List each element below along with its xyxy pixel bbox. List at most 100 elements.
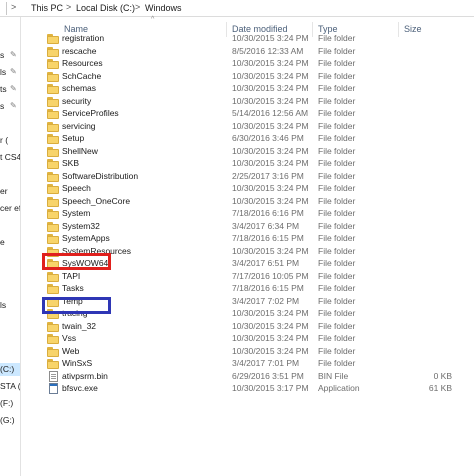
- nav-item[interactable]: (F:): [0, 398, 13, 408]
- file-list[interactable]: registration 10/30/2015 3:24 PM File folde…: [21, 32, 474, 476]
- date-modified: 10/30/2015 3:24 PM: [232, 183, 309, 193]
- folder-row[interactable]: Vss 10/30/2015 3:24 PM File folder: [21, 332, 474, 345]
- folder-row[interactable]: SysWOW64 3/4/2017 6:51 PM File folder: [21, 257, 474, 270]
- date-modified: 10/30/2015 3:24 PM: [232, 158, 309, 168]
- nav-item[interactable]: er: [0, 186, 8, 196]
- folder-row[interactable]: System32 3/4/2017 6:34 PM File folder: [21, 220, 474, 233]
- date-modified: 2/25/2017 3:16 PM: [232, 170, 304, 181]
- folder-row[interactable]: security 10/30/2015 3:24 PM File folder: [21, 95, 474, 108]
- file-type: File folder: [318, 70, 356, 81]
- breadcrumb-local-disk[interactable]: Local Disk (C:): [76, 3, 135, 13]
- folder-icon: [47, 271, 60, 282]
- file-name: Speech: [62, 183, 91, 193]
- folder-row[interactable]: ShellNew 10/30/2015 3:24 PM File folder: [21, 145, 474, 158]
- folder-row[interactable]: tracing 10/30/2015 3:24 PM File folder: [21, 307, 474, 320]
- file-type: File folder: [318, 133, 356, 143]
- file-type: File folder: [318, 108, 356, 118]
- nav-item[interactable]: cer eff: [0, 203, 20, 213]
- file-type: File folder: [318, 220, 356, 231]
- folder-row[interactable]: SKB 10/30/2015 3:24 PM File folder: [21, 157, 474, 170]
- file-name: System: [62, 208, 91, 218]
- file-name: SysWOW64: [62, 258, 109, 268]
- date-modified: 8/5/2016 12:33 AM: [232, 45, 304, 56]
- breadcrumb-this-pc[interactable]: This PC: [31, 3, 63, 13]
- chevron-right-icon[interactable]: >: [11, 2, 16, 12]
- nav-item[interactable]: e: [0, 237, 5, 247]
- file-name: SoftwareDistribution: [62, 170, 139, 181]
- pin-icon: ✎: [10, 50, 17, 59]
- folder-icon: [47, 284, 60, 294]
- file-name: SystemApps: [62, 233, 110, 243]
- folder-icon: [47, 121, 60, 132]
- breadcrumb-separator-icon[interactable]: >: [66, 2, 71, 12]
- nav-item[interactable]: STA (E: [0, 381, 20, 391]
- file-type: File folder: [318, 195, 356, 206]
- date-modified: 10/30/2015 3:24 PM: [232, 145, 309, 156]
- folder-icon: [47, 221, 60, 232]
- file-type: File folder: [318, 358, 356, 368]
- nav-item-local-disk[interactable]: (C:): [0, 364, 14, 374]
- file-name: ShellNew: [62, 145, 98, 156]
- folder-row[interactable]: Speech_OneCore 10/30/2015 3:24 PM File fol…: [21, 195, 474, 208]
- file-row[interactable]: ativpsrm.bin 6/29/2016 3:51 PM BIN File 0 K…: [21, 370, 474, 383]
- nav-item[interactable]: r (: [0, 135, 8, 145]
- nav-item[interactable]: ts: [0, 84, 7, 94]
- file-type: File folder: [318, 258, 356, 268]
- file-type: BIN File: [318, 370, 349, 381]
- file-name: WinSxS: [62, 358, 93, 368]
- breadcrumb-windows[interactable]: Windows: [145, 3, 182, 13]
- folder-row[interactable]: SystemApps 7/18/2016 6:15 PM File folder: [21, 232, 474, 245]
- file-type: File folder: [318, 308, 356, 318]
- pin-icon: ✎: [10, 101, 17, 110]
- folder-icon: [47, 321, 60, 332]
- file-type: File folder: [318, 208, 356, 218]
- nav-item[interactable]: ls: [0, 67, 6, 77]
- file-type: File folder: [318, 83, 356, 93]
- file-name: Resources: [62, 58, 103, 68]
- date-modified: 10/30/2015 3:24 PM: [232, 95, 309, 106]
- folder-icon: [47, 234, 60, 244]
- date-modified: 5/14/2016 12:56 AM: [232, 108, 309, 118]
- folder-row[interactable]: rescache 8/5/2016 12:33 AM File folder: [21, 45, 474, 58]
- folder-icon: [47, 184, 60, 194]
- folder-row[interactable]: SystemResources 10/30/2015 3:24 PM File fo…: [21, 245, 474, 258]
- nav-item[interactable]: ls: [0, 300, 6, 310]
- folder-row[interactable]: schemas 10/30/2015 3:24 PM File folder: [21, 82, 474, 95]
- date-modified: 10/30/2015 3:24 PM: [232, 120, 309, 131]
- file-type: File folder: [318, 245, 356, 256]
- file-row[interactable]: bfsvc.exe 10/30/2015 3:17 PM Application 61…: [21, 382, 474, 395]
- file-type: File folder: [318, 333, 356, 343]
- date-modified: 3/4/2017 6:34 PM: [232, 220, 300, 231]
- date-modified: 10/30/2015 3:24 PM: [232, 308, 309, 318]
- folder-icon: [47, 159, 60, 169]
- folder-row[interactable]: twain_32 10/30/2015 3:24 PM File folder: [21, 320, 474, 333]
- folder-row[interactable]: Temp 3/4/2017 7:02 PM File folder: [21, 295, 474, 308]
- nav-item[interactable]: t CS4: [0, 152, 20, 162]
- folder-row[interactable]: ServiceProfiles 5/14/2016 12:56 AM File fo…: [21, 107, 474, 120]
- file-type: File folder: [318, 233, 356, 243]
- file-type: File folder: [318, 295, 356, 306]
- folder-row[interactable]: System 7/18/2016 6:16 PM File folder: [21, 207, 474, 220]
- folder-row[interactable]: servicing 10/30/2015 3:24 PM File folder: [21, 120, 474, 133]
- folder-row[interactable]: Web 10/30/2015 3:24 PM File folder: [21, 345, 474, 358]
- date-modified: 10/30/2015 3:24 PM: [232, 83, 309, 93]
- folder-row[interactable]: SoftwareDistribution 2/25/2017 3:16 PM Fil…: [21, 170, 474, 183]
- navigation-pane[interactable]: s ✎ ls ✎ ts ✎ s ✎ r ( t CS4 er cer eff e…: [0, 17, 20, 476]
- folder-row[interactable]: WinSxS 3/4/2017 7:01 PM File folder: [21, 357, 474, 370]
- nav-item[interactable]: s: [0, 50, 4, 60]
- folder-row[interactable]: Speech 10/30/2015 3:24 PM File folder: [21, 182, 474, 195]
- folder-row[interactable]: registration 10/30/2015 3:24 PM File folde…: [21, 32, 474, 45]
- folder-row[interactable]: SchCache 10/30/2015 3:24 PM File folder: [21, 70, 474, 83]
- date-modified: 3/4/2017 7:01 PM: [232, 358, 300, 368]
- folder-icon: [47, 309, 60, 319]
- folder-row[interactable]: Resources 10/30/2015 3:24 PM File folder: [21, 57, 474, 70]
- breadcrumb-separator-icon[interactable]: >: [135, 2, 140, 12]
- date-modified: 10/30/2015 3:24 PM: [232, 70, 309, 81]
- folder-icon: [47, 246, 60, 257]
- nav-item[interactable]: s: [0, 101, 4, 111]
- address-bar[interactable]: > This PC > Local Disk (C:) > Windows: [0, 0, 474, 17]
- folder-row[interactable]: TAPI 7/17/2016 10:05 PM File folder: [21, 270, 474, 283]
- nav-item[interactable]: (G:): [0, 415, 15, 425]
- folder-row[interactable]: Setup 6/30/2016 3:46 PM File folder: [21, 132, 474, 145]
- folder-row[interactable]: Tasks 7/18/2016 6:15 PM File folder: [21, 282, 474, 295]
